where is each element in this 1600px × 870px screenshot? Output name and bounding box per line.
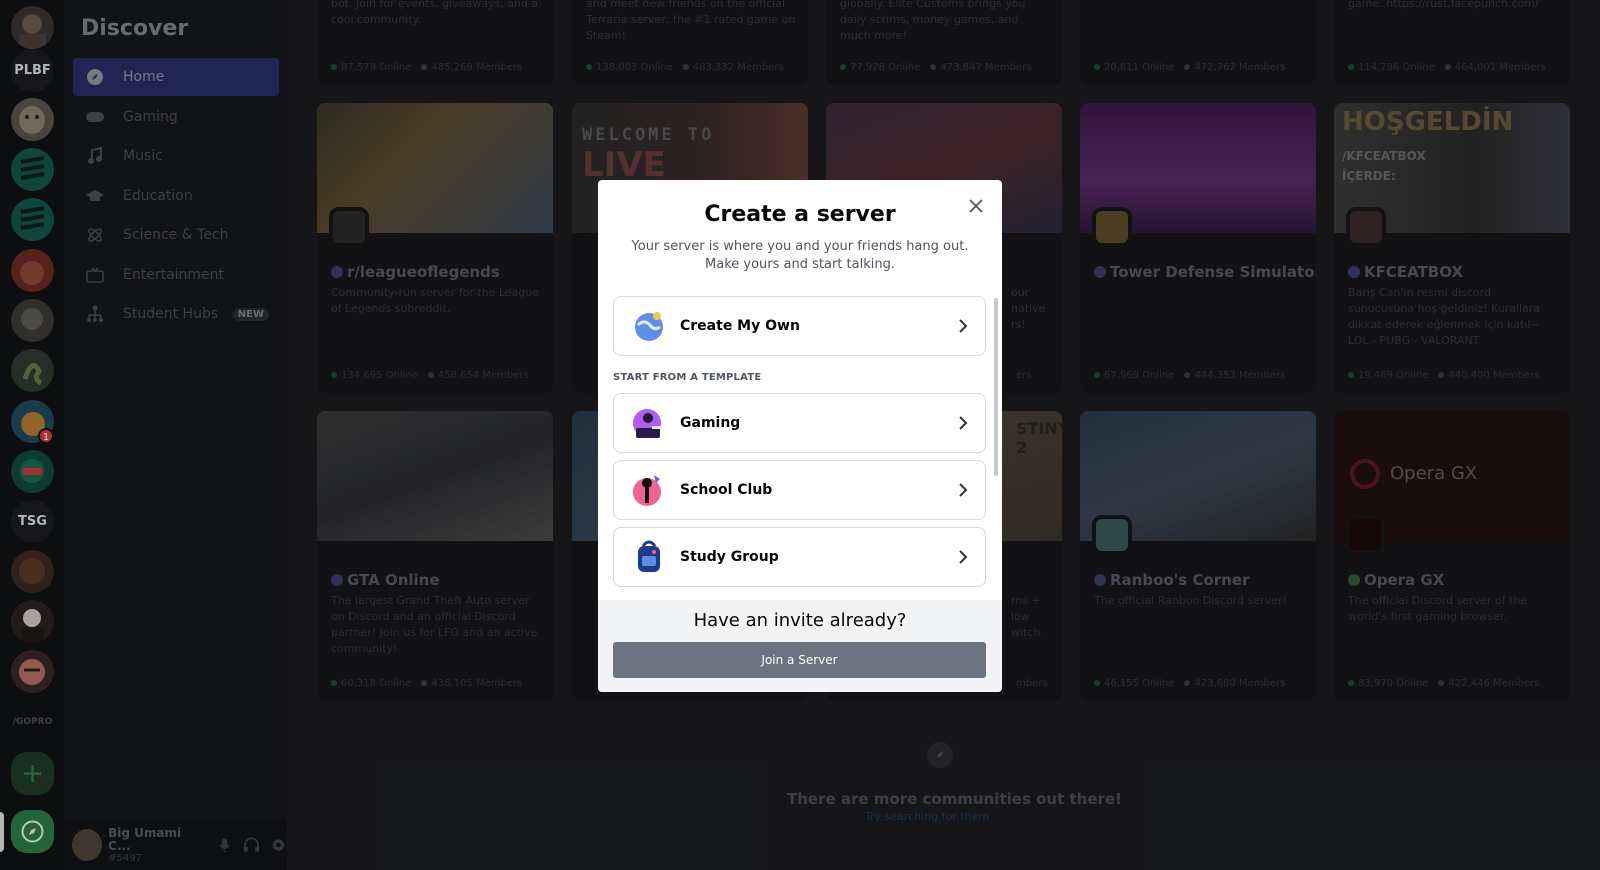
globe-icon: [635, 312, 663, 341]
option-label: School Club: [680, 482, 773, 498]
discord-app: PLBF 1 TSG /GOPRO Discover Home Gaming M…: [0, 0, 1600, 870]
modal-scrollbar[interactable]: [994, 298, 998, 476]
invite-title: Have an invite already?: [693, 610, 907, 631]
option-label: Gaming: [680, 415, 741, 431]
chevron-right-icon: [959, 319, 968, 333]
join-server-button[interactable]: Join a Server: [613, 642, 986, 678]
template-section-header: START FROM A TEMPLATE: [613, 372, 762, 383]
gaming-template-icon: [633, 409, 662, 438]
template-school-club-button[interactable]: School Club: [613, 460, 986, 520]
create-my-own-button[interactable]: Create My Own: [613, 296, 986, 356]
chevron-right-icon: [959, 483, 968, 497]
modal-subtitle: Your server is where you and your friend…: [631, 239, 969, 272]
modal-title: Create a server: [704, 202, 896, 227]
template-study-group-button[interactable]: Study Group: [613, 527, 986, 587]
chevron-right-icon: [959, 550, 968, 564]
option-label: Study Group: [680, 549, 779, 565]
create-server-modal: Create a server Your server is where you…: [598, 180, 1002, 692]
chevron-right-icon: [959, 416, 968, 430]
option-label: Create My Own: [680, 318, 800, 334]
template-gaming-button[interactable]: Gaming: [613, 393, 986, 453]
backpack-icon: [638, 540, 660, 572]
modal-footer: Have an invite already? Join a Server: [598, 600, 1002, 692]
school-club-template-icon: [633, 475, 661, 506]
